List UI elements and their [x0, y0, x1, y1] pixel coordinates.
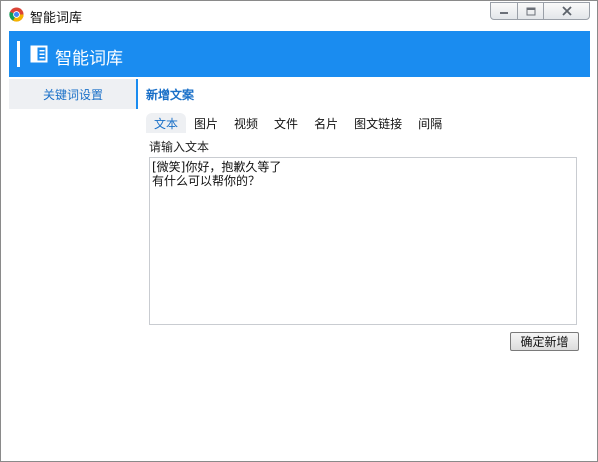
close-icon	[561, 6, 572, 16]
app-window: 智能词库 智能词库 关键词设置 新增文案 文本 图片 视频 文件 名片 图文链接…	[0, 0, 598, 462]
sidebar: 关键词设置	[9, 77, 137, 454]
section-title: 新增文案	[146, 88, 195, 102]
tab-link[interactable]: 图文链接	[346, 113, 410, 133]
text-field-label: 请输入文本	[149, 140, 210, 154]
minimize-button[interactable]	[490, 2, 518, 20]
sidebar-selection-indicator	[136, 79, 138, 109]
minimize-icon	[500, 12, 508, 14]
tab-card[interactable]: 名片	[306, 113, 346, 133]
window-title: 智能词库	[30, 11, 83, 26]
title-bar: 智能词库	[1, 1, 597, 29]
tab-text[interactable]: 文本	[146, 113, 187, 133]
tab-video[interactable]: 视频	[226, 113, 266, 133]
content-type-tabs: 文本 图片 视频 文件 名片 图文链接 间隔	[146, 113, 450, 133]
maximize-button[interactable]	[517, 2, 544, 20]
app-header: 智能词库	[9, 31, 590, 77]
header-title: 智能词库	[55, 49, 123, 69]
tab-file[interactable]: 文件	[266, 113, 306, 133]
sidebar-item-label: 关键词设置	[42, 87, 103, 102]
sidebar-item-keyword-settings[interactable]: 关键词设置	[9, 79, 137, 109]
header-accent-bar	[17, 41, 20, 67]
maximize-icon	[526, 7, 535, 15]
book-icon	[30, 45, 48, 63]
chrome-icon	[9, 7, 24, 22]
text-input[interactable]: [微笑]你好，抱歉久等了 有什么可以帮你的？	[149, 157, 577, 325]
close-button[interactable]	[543, 2, 590, 20]
tab-image[interactable]: 图片	[186, 113, 226, 133]
tab-interval[interactable]: 间隔	[410, 113, 450, 133]
confirm-add-button[interactable]: 确定新增	[510, 332, 579, 351]
